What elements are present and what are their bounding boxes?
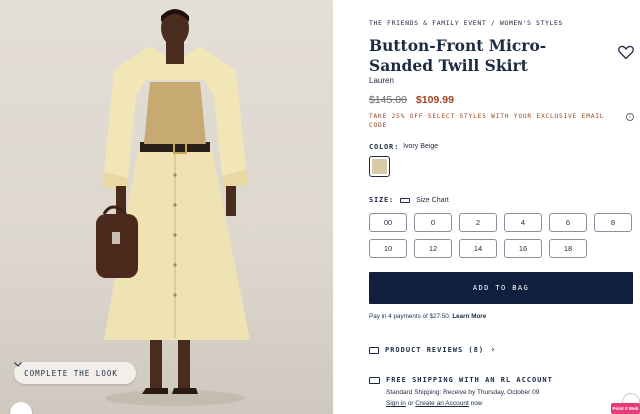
sale-price: $109.99: [415, 94, 454, 106]
info-icon[interactable]: i: [626, 113, 634, 121]
promo-message: TAKE 25% OFF SELECT STYLES WITH YOUR EXC…: [369, 113, 605, 129]
size-options: 00 0 2 4 6 8 10 12 14 16 18: [369, 213, 635, 258]
size-label-row: SIZE: Size Chart: [369, 196, 449, 204]
shipping-heading: FREE SHIPPING WITH AN RL ACCOUNT: [369, 376, 553, 384]
add-to-bag-button[interactable]: ADD TO BAG: [369, 272, 633, 304]
complete-the-look-label: COMPLETE THE LOOK: [24, 368, 118, 378]
installments-copy: Pay in 4 payments of $27.50.: [369, 313, 451, 320]
sign-in-link[interactable]: Sign in: [386, 400, 406, 407]
size-option[interactable]: 14: [459, 239, 497, 258]
heart-icon[interactable]: [618, 45, 634, 60]
original-price: $145.00: [369, 94, 407, 106]
size-option[interactable]: 8: [594, 213, 632, 232]
ruler-icon: [400, 197, 411, 203]
size-option[interactable]: 10: [369, 239, 407, 258]
shipping-links: Sign in or Create an Account now: [386, 400, 483, 407]
chevron-right-icon: ›: [490, 345, 497, 355]
or-text: or: [407, 400, 414, 407]
product-reviews-toggle[interactable]: PRODUCT REVIEWS (8) ›: [369, 345, 497, 355]
model-illustration: [96, 9, 250, 406]
size-label: SIZE:: [369, 196, 395, 204]
now-text: now: [470, 400, 483, 407]
size-option[interactable]: 6: [549, 213, 587, 232]
price-row: $145.00 $109.99: [369, 94, 454, 106]
reviews-label: PRODUCT REVIEWS (8): [385, 346, 485, 354]
color-value: Ivory Beige: [403, 143, 439, 150]
size-option[interactable]: 18: [549, 239, 587, 258]
product-title: Button-Front Micro-Sanded Twill Skirt: [369, 36, 547, 75]
size-option[interactable]: 00: [369, 213, 407, 232]
create-account-link[interactable]: Create an Account: [415, 400, 468, 407]
product-info-panel: THE FRIENDS & FAMILY EVENT / WOMEN'S STY…: [369, 0, 640, 414]
size-option[interactable]: 0: [414, 213, 452, 232]
color-label-row: COLOR: Ivory Beige: [369, 143, 438, 151]
point-it-badge[interactable]: Point It Web: [611, 403, 640, 414]
size-option[interactable]: 16: [504, 239, 542, 258]
installments-text: Pay in 4 payments of $27.50. Learn More: [369, 313, 486, 320]
shipping-title: FREE SHIPPING WITH AN RL ACCOUNT: [386, 376, 553, 384]
breadcrumb[interactable]: THE FRIENDS & FAMILY EVENT / WOMEN'S STY…: [369, 19, 563, 27]
brand-name[interactable]: Lauren: [369, 76, 394, 85]
review-icon: [369, 346, 379, 354]
color-swatch-ivory-beige[interactable]: [369, 156, 390, 177]
size-option[interactable]: 12: [414, 239, 452, 258]
complete-the-look-button[interactable]: COMPLETE THE LOOK: [14, 362, 136, 384]
product-image[interactable]: COMPLETE THE LOOK: [0, 0, 333, 414]
size-option[interactable]: 4: [504, 213, 542, 232]
color-label: COLOR:: [369, 143, 400, 151]
size-chart-link[interactable]: Size Chart: [416, 197, 449, 204]
truck-icon: [369, 376, 380, 384]
learn-more-link[interactable]: Learn More: [452, 313, 486, 320]
shipping-subtitle: Standard Shipping: Receive by Thursday, …: [386, 389, 540, 396]
size-option[interactable]: 2: [459, 213, 497, 232]
